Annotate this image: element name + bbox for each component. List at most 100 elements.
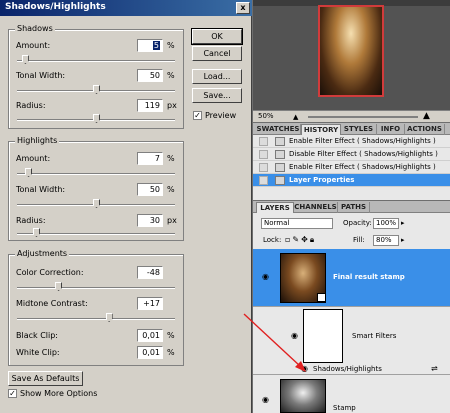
shadows-highlights-dialog: Shadows/Highlights x Shadows Amount: 5 %…: [0, 0, 252, 413]
layer-row-final-result-stamp[interactable]: ◉ Final result stamp: [253, 249, 450, 307]
close-icon[interactable]: x: [236, 2, 250, 14]
lock-icons[interactable]: ▫✎✥🔒︎: [285, 235, 316, 245]
checkmark-icon: ✓: [194, 111, 201, 120]
shadows-tonal-width-label: Tonal Width:: [16, 71, 66, 80]
shadows-tonal-width-field[interactable]: 50: [137, 69, 163, 82]
color-correction-field[interactable]: -48: [137, 266, 163, 279]
color-correction-label: Color Correction:: [16, 268, 84, 277]
tab-info[interactable]: INFO: [377, 124, 405, 135]
highlights-group: Highlights Amount: 7 % Tonal Width: 50 %…: [8, 136, 184, 241]
zoom-level[interactable]: 50%: [258, 112, 274, 120]
shadows-tonal-width-unit: %: [167, 71, 175, 80]
zoom-out-icon[interactable]: ▲: [293, 113, 298, 121]
history-state-box[interactable]: [259, 137, 268, 146]
white-clip-field[interactable]: 0,01: [137, 346, 163, 359]
save-as-defaults-button[interactable]: Save As Defaults: [8, 371, 83, 386]
filter-options-icon[interactable]: ⇌: [431, 364, 438, 373]
black-clip-field[interactable]: 0,01: [137, 329, 163, 342]
highlights-tonal-width-field[interactable]: 50: [137, 183, 163, 196]
layer-name[interactable]: Final result stamp: [333, 273, 405, 281]
highlights-tonal-width-unit: %: [167, 185, 175, 194]
preview-checkbox[interactable]: ✓: [193, 111, 202, 120]
shadows-amount-label: Amount:: [16, 41, 51, 50]
zoom-in-icon[interactable]: ▲: [423, 111, 430, 121]
history-item[interactable]: Enable Filter Effect ( Shadows/Highlight…: [253, 135, 450, 148]
highlights-radius-field[interactable]: 30: [137, 214, 163, 227]
midtone-contrast-label: Midtone Contrast:: [16, 299, 88, 308]
dialog-titlebar[interactable]: Shadows/Highlights x: [0, 0, 252, 16]
history-state-icon: [275, 150, 285, 159]
visibility-eye-icon[interactable]: ◉: [262, 273, 272, 281]
tab-layers[interactable]: LAYERS: [256, 202, 294, 213]
save-button[interactable]: Save...: [192, 88, 242, 103]
shadows-amount-field[interactable]: 5: [137, 39, 163, 52]
history-state-icon: [275, 163, 285, 172]
filter-name[interactable]: Shadows/Highlights: [313, 365, 382, 373]
navigator-preview-image[interactable]: [318, 5, 384, 97]
midtone-contrast-field[interactable]: +17: [137, 297, 163, 310]
blend-mode-select[interactable]: Normal: [261, 218, 333, 229]
tab-actions[interactable]: ACTIONS: [405, 124, 445, 135]
black-clip-unit: %: [167, 331, 175, 340]
opacity-label: Opacity:: [343, 219, 372, 227]
layer-name[interactable]: Stamp: [333, 404, 356, 412]
fill-arrow-icon[interactable]: ▸: [401, 236, 405, 244]
shadows-label: Shadows: [15, 24, 55, 33]
color-correction-slider[interactable]: [55, 282, 63, 291]
navigator-zoom-bar: 50% ▲ ▲: [253, 110, 450, 122]
shadows-radius-slider[interactable]: [93, 114, 100, 123]
preview-label: Preview: [205, 111, 237, 120]
highlights-amount-slider[interactable]: [25, 168, 33, 177]
highlights-amount-unit: %: [167, 154, 175, 163]
dialog-title: Shadows/Highlights: [5, 2, 106, 12]
tab-channels[interactable]: CHANNELS: [294, 202, 338, 213]
shadows-group: Shadows Amount: 5 % Tonal Width: 50 % Ra…: [8, 24, 184, 129]
zoom-slider[interactable]: [308, 116, 418, 118]
ok-button[interactable]: OK: [191, 28, 243, 45]
history-item[interactable]: Enable Filter Effect ( Shadows/Highlight…: [253, 161, 450, 174]
history-state-box[interactable]: [259, 163, 268, 172]
history-tabs: SWATCHES HISTORY STYLES INFO ACTIONS: [253, 123, 450, 135]
tab-swatches[interactable]: SWATCHES: [256, 124, 301, 135]
midtone-contrast-slider[interactable]: [105, 313, 113, 322]
history-item-selected[interactable]: Layer Properties: [253, 174, 450, 187]
highlights-radius-label: Radius:: [16, 216, 46, 225]
highlights-amount-slider-track: [17, 173, 175, 175]
highlights-radius-slider[interactable]: [32, 228, 40, 237]
layers-tabs: LAYERS CHANNELS PATHS: [253, 201, 450, 213]
highlights-amount-label: Amount:: [16, 154, 51, 163]
checkmark-icon: ✓: [9, 389, 16, 398]
white-clip-label: White Clip:: [16, 348, 60, 357]
tab-history[interactable]: HISTORY: [301, 124, 341, 135]
shadows-radius-field[interactable]: 119: [137, 99, 163, 112]
adjustments-group: Adjustments Color Correction: -48 Midton…: [8, 249, 184, 366]
highlights-amount-field[interactable]: 7: [137, 152, 163, 165]
opacity-arrow-icon[interactable]: ▸: [401, 219, 405, 227]
fill-field[interactable]: 80%: [373, 235, 399, 246]
highlights-tonal-width-slider[interactable]: [93, 199, 100, 208]
shadows-tonal-width-slider[interactable]: [93, 85, 100, 94]
history-item[interactable]: Disable Filter Effect ( Shadows/Highligh…: [253, 148, 450, 161]
color-correction-slider-track: [17, 287, 175, 289]
history-brush-source-icon[interactable]: [259, 176, 268, 185]
shadows-amount-unit: %: [167, 41, 175, 50]
layer-thumbnail[interactable]: [280, 379, 326, 413]
opacity-field[interactable]: 100%: [373, 218, 399, 229]
history-state-box[interactable]: [259, 150, 268, 159]
history-item-label: Enable Filter Effect ( Shadows/Highlight…: [289, 163, 436, 171]
adjustments-label: Adjustments: [15, 249, 70, 258]
history-item-label: Layer Properties: [289, 176, 355, 184]
show-more-options-checkbox[interactable]: ✓: [8, 389, 17, 398]
visibility-eye-icon[interactable]: ◉: [262, 396, 272, 404]
lock-label: Lock:: [263, 236, 282, 244]
layer-name[interactable]: Smart Filters: [352, 332, 396, 340]
annotation-arrow: [243, 313, 306, 372]
load-button[interactable]: Load...: [192, 69, 242, 84]
tab-styles[interactable]: STYLES: [341, 124, 377, 135]
layer-row-stamp[interactable]: ◉ Stamp: [253, 376, 450, 413]
tab-paths[interactable]: PATHS: [338, 202, 370, 213]
shadows-amount-slider[interactable]: [21, 55, 29, 64]
highlights-label: Highlights: [15, 136, 60, 145]
shadows-amount-value: 5: [152, 41, 160, 50]
cancel-button[interactable]: Cancel: [192, 46, 242, 61]
